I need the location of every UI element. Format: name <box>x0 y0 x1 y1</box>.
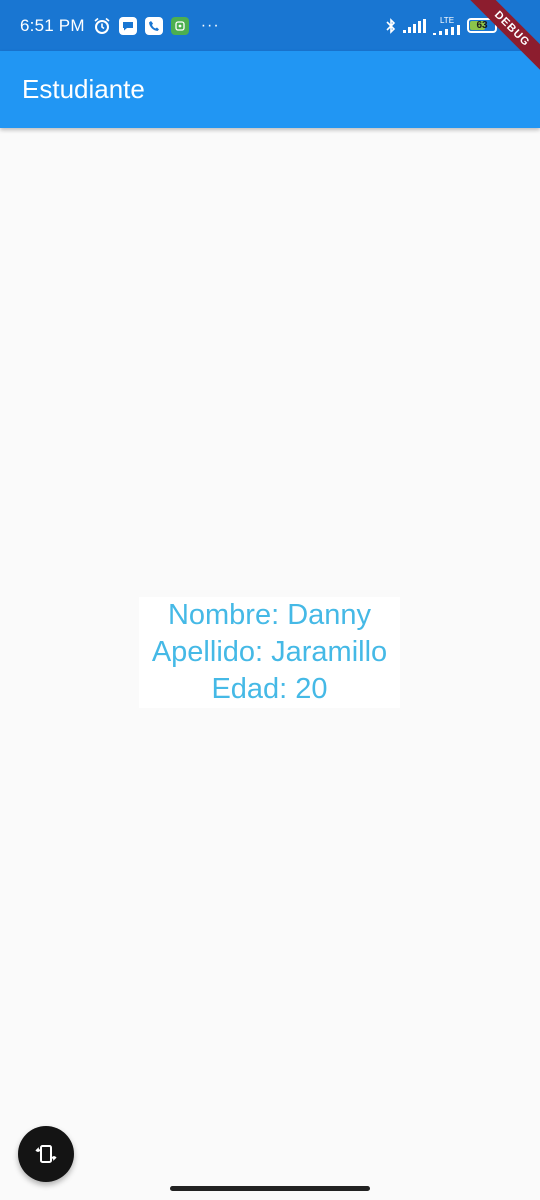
status-right: LTE 63 <box>385 15 502 35</box>
lte-label: LTE <box>439 15 455 25</box>
lte-signal-icon: LTE <box>433 15 461 35</box>
status-left: 6:51 PM ··· <box>20 16 220 36</box>
more-dots-icon: ··· <box>200 16 220 34</box>
status-time: 6:51 PM <box>20 15 85 35</box>
app-bar-title: Estudiante <box>22 74 145 104</box>
green-app-icon <box>170 16 189 35</box>
gesture-nav-bar[interactable] <box>170 1186 370 1191</box>
student-age-text: Edad: 20 <box>211 673 328 705</box>
student-name-text: Nombre: Danny <box>167 599 372 631</box>
app-bar: Estudiante <box>0 51 540 128</box>
bluetooth-icon <box>385 17 397 35</box>
student-lastname-text: Apellido: Jaramillo <box>151 636 388 668</box>
status-bar: 6:51 PM ··· LTE 63 DEBUG <box>0 0 540 78</box>
rotate-fab-button[interactable] <box>18 1126 74 1182</box>
signal-icon <box>403 18 427 33</box>
screen: 6:51 PM ··· LTE 63 DEBUG Estudiante Nomb… <box>0 0 540 1200</box>
rotate-screen-icon <box>35 1143 57 1165</box>
battery-level: 63 <box>476 20 488 31</box>
student-info-card: Nombre: Danny Apellido: Jaramillo Edad: … <box>139 597 400 708</box>
phone-app-icon <box>144 16 163 35</box>
message-app-icon <box>118 16 137 35</box>
alarm-icon <box>93 17 111 35</box>
